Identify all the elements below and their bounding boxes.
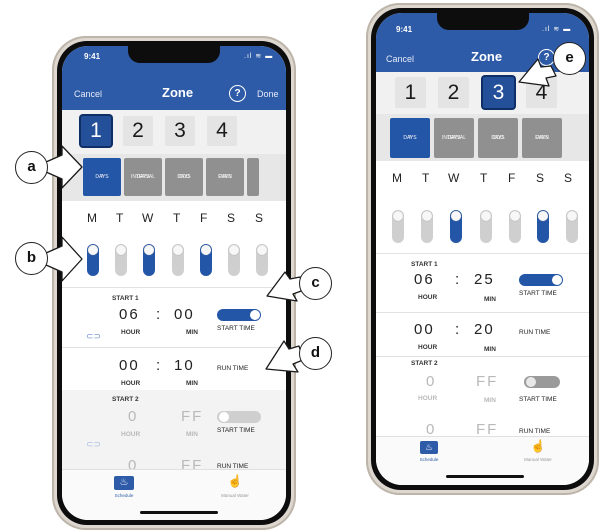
callout-d: d [299, 337, 332, 370]
callout-b: b [15, 242, 48, 275]
callout-arrows [45, 58, 557, 373]
callout-a: a [15, 151, 48, 184]
arrow-d [265, 340, 304, 373]
arrow-b [45, 236, 83, 282]
arrow-e [518, 58, 557, 87]
callout-c: c [299, 267, 332, 300]
callout-e: e [553, 42, 586, 75]
arrow-a [45, 145, 83, 189]
